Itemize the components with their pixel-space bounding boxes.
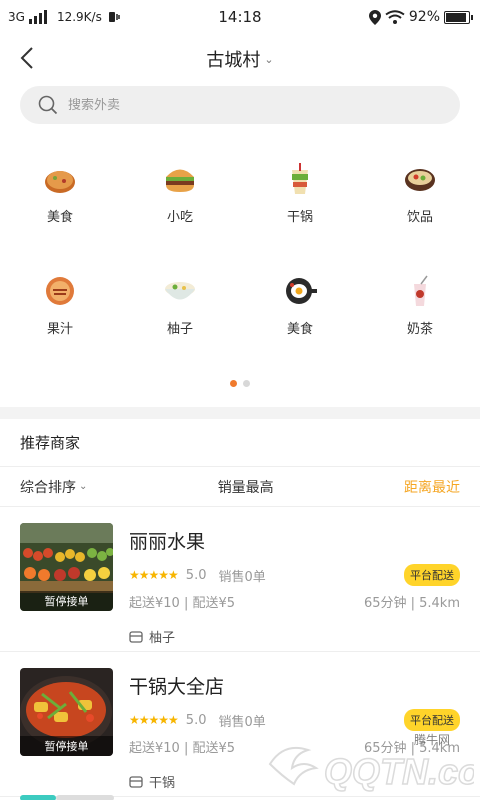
sort-sales[interactable]: 销量最高 — [218, 477, 274, 497]
drink-cup-icon — [283, 162, 317, 196]
rating-stars: ★★★★★ — [129, 568, 179, 582]
store-image-drypot: 暂停接单 — [20, 668, 113, 756]
sort-bar: 综合排序 ⌄ 销量最高 距离最近 — [0, 467, 480, 507]
sales-count: 销售0单 — [218, 569, 266, 585]
sales-count: 销售0单 — [218, 714, 266, 730]
chevron-down-icon: ⌄ — [79, 481, 88, 492]
pan-egg-icon — [283, 274, 317, 308]
store-category-icon — [129, 775, 143, 788]
delivery-tag: 平台配送 — [404, 564, 460, 586]
category-item[interactable]: 奶茶 — [360, 274, 480, 386]
location-selector[interactable]: 古城村 ⌄ — [206, 46, 273, 72]
store-category-icon — [129, 630, 143, 643]
section-title: 推荐商家 — [0, 419, 480, 467]
rating-score: 5.0 — [185, 567, 207, 583]
noodle-bowl-icon — [163, 274, 197, 308]
store-name: 丽丽水果 — [129, 531, 206, 553]
eta-distance: 65分钟 | 5.4km — [363, 596, 460, 611]
category-item[interactable]: 饮品 — [360, 162, 480, 274]
status-badge: 暂停接单 — [20, 591, 113, 611]
category-label: 奶茶 — [406, 322, 433, 337]
status-badge: 暂停接单 — [20, 736, 113, 756]
category-item[interactable]: 柚子 — [120, 274, 240, 386]
store-category: 柚子 — [149, 631, 176, 646]
page-dot-active[interactable] — [230, 380, 237, 387]
category-label: 小吃 — [166, 210, 193, 225]
category-label: 美食 — [46, 210, 73, 225]
rating-score: 5.0 — [185, 712, 207, 728]
category-grid: 美食 小吃 干锅 饮品 果汁 柚子 美食 奶茶 — [0, 162, 480, 386]
category-item[interactable]: 果汁 — [0, 274, 120, 386]
qqtn-watermark-logo: QQTN.com 腾牛网 — [268, 732, 474, 793]
fee-info: 起送¥10 | 配送¥5 — [129, 741, 235, 756]
search-icon — [38, 95, 58, 115]
back-arrow-icon[interactable] — [16, 46, 40, 70]
hotpot-icon — [43, 274, 77, 308]
location-icon — [368, 9, 381, 25]
sort-comprehensive[interactable]: 综合排序 ⌄ — [20, 477, 87, 497]
category-label: 柚子 — [166, 322, 193, 337]
search-bar[interactable] — [20, 86, 460, 124]
category-item[interactable]: 小吃 — [120, 162, 240, 274]
category-item[interactable]: 美食 — [0, 162, 120, 274]
network-speed: 12.9K/s — [56, 10, 102, 24]
category-label: 果汁 — [46, 322, 73, 337]
store-name: 干锅大全店 — [129, 676, 225, 698]
signal-icon — [28, 10, 47, 24]
category-item[interactable]: 美食 — [240, 274, 360, 386]
watermark-brand: QQTN.com — [324, 751, 474, 792]
sort-distance[interactable]: 距离最近 — [404, 477, 460, 497]
burger-icon — [163, 162, 197, 196]
pot-icon — [403, 162, 437, 196]
app-screen: 3G 12.9K/s 14:18 92% 古城村 ⌄ 美食 — [0, 0, 480, 800]
battery-percent: 92% — [408, 9, 440, 25]
section-divider — [0, 407, 480, 419]
battery-icon — [444, 10, 473, 24]
rating-stars: ★★★★★ — [129, 713, 179, 727]
fee-info: 起送¥10 | 配送¥5 — [129, 596, 235, 611]
category-label: 干锅 — [286, 210, 313, 225]
store-image-fruit: 暂停接单 — [20, 523, 113, 611]
sort-comprehensive-label: 综合排序 — [20, 479, 76, 496]
header: 古城村 ⌄ — [0, 34, 480, 84]
page-dot[interactable] — [243, 380, 250, 387]
watermark-text: 腾牛网 — [414, 732, 450, 747]
wifi-icon — [385, 10, 405, 24]
store-card[interactable]: 暂停接单 丽丽水果 ★★★★★ 5.0 销售0单 平台配送 起送¥10 | 配送… — [0, 507, 480, 652]
chevron-down-icon: ⌄ — [264, 52, 274, 66]
category-label: 饮品 — [406, 210, 433, 225]
pancake-icon — [43, 162, 77, 196]
category-label: 美食 — [286, 322, 313, 337]
milk-tea-icon — [403, 274, 437, 308]
store-category: 干锅 — [149, 776, 176, 791]
network-type: 3G — [8, 10, 25, 24]
category-item[interactable]: 干锅 — [240, 162, 360, 274]
search-input[interactable] — [68, 97, 368, 113]
next-store-thumb-edge — [56, 795, 114, 800]
page-title: 古城村 — [206, 50, 261, 71]
vibrate-icon — [108, 12, 120, 22]
status-bar: 3G 12.9K/s 14:18 92% — [0, 0, 480, 34]
next-store-thumb-edge — [20, 795, 56, 800]
